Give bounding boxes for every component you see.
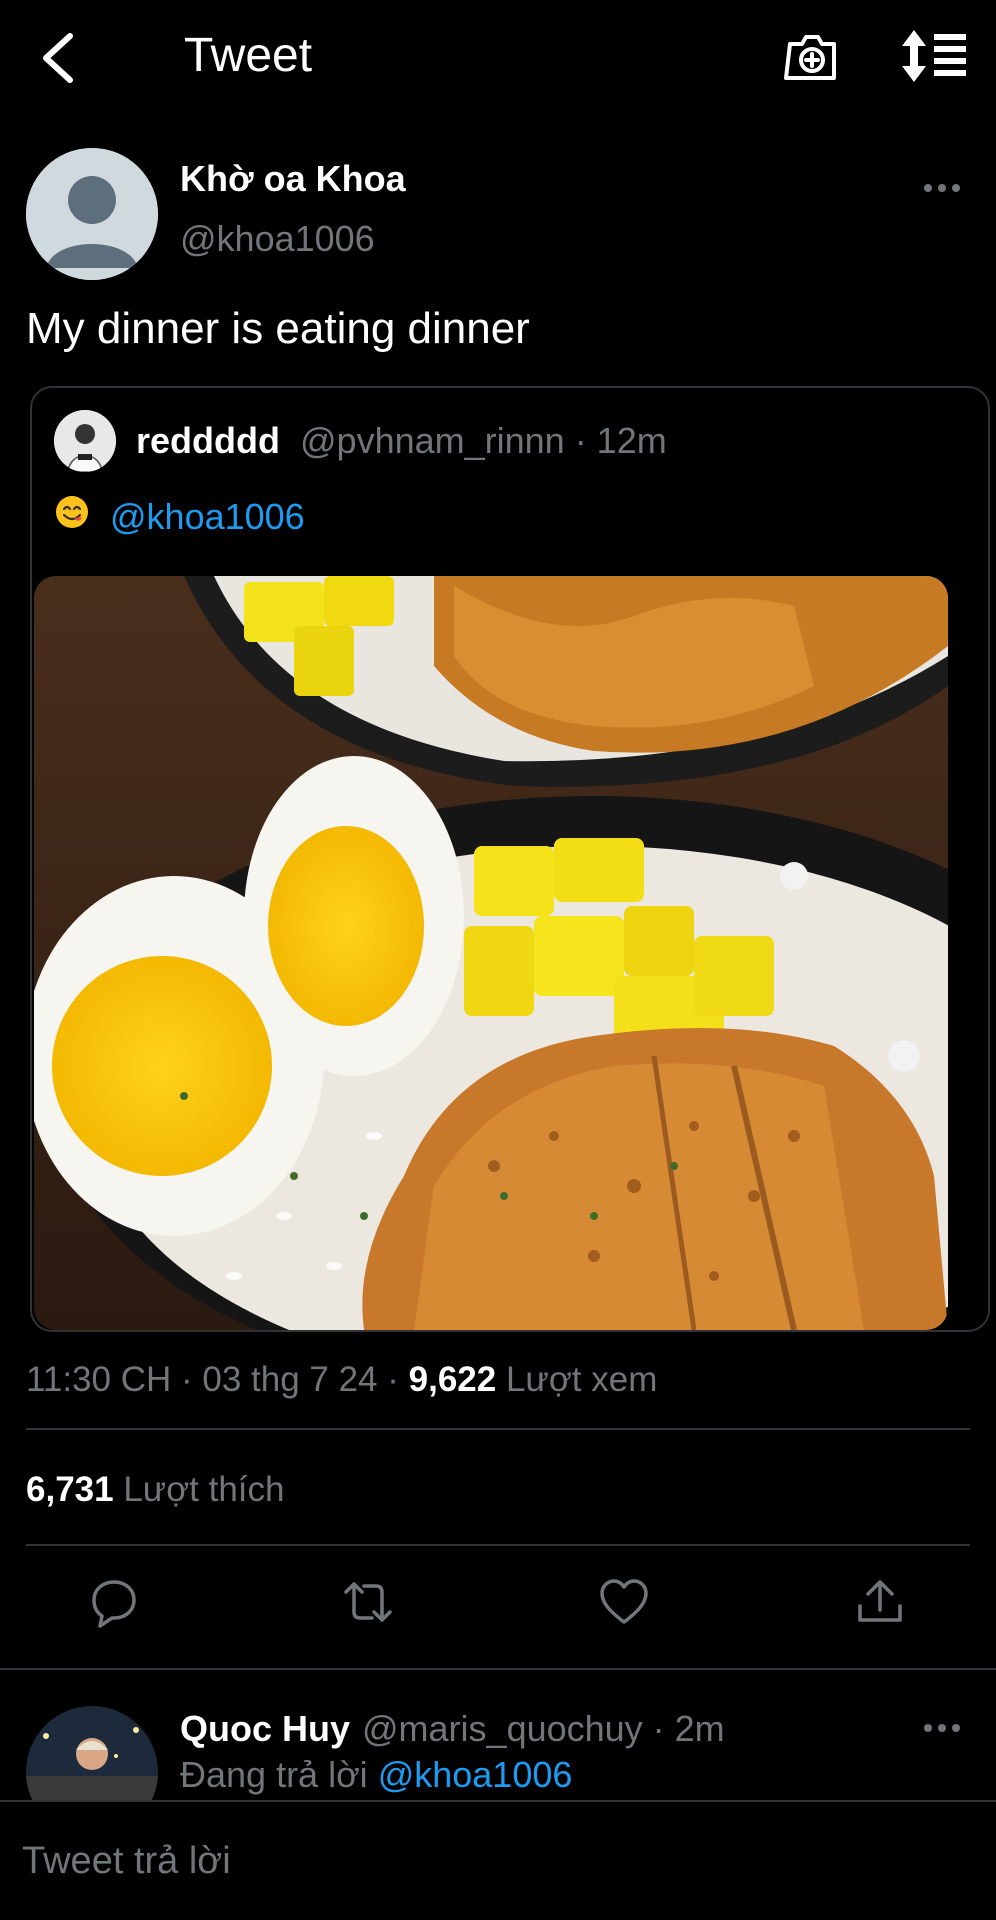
tweet-timestamp: 11:30 CH · 03 thg 7 24 · bbox=[26, 1360, 409, 1399]
likes-label: Lượt thích bbox=[113, 1470, 285, 1509]
author-handle[interactable]: @khoa1006 bbox=[180, 218, 375, 260]
reply-icon[interactable] bbox=[88, 1576, 140, 1628]
quoted-author-name: reddddd bbox=[136, 420, 280, 461]
tweet-actions bbox=[0, 1576, 996, 1636]
replying-mention-link[interactable]: @khoa1006 bbox=[378, 1754, 573, 1795]
share-icon[interactable] bbox=[854, 1576, 906, 1628]
replying-to: Đang trả lời @khoa1006 bbox=[180, 1754, 572, 1796]
divider bbox=[26, 1544, 970, 1546]
reply-author-name[interactable]: Quoc Huy bbox=[180, 1708, 350, 1750]
tweet-text: My dinner is eating dinner bbox=[26, 304, 530, 353]
views-count: 9,622 bbox=[408, 1360, 497, 1399]
default-avatar-icon bbox=[26, 148, 158, 280]
food-photo-image bbox=[34, 576, 948, 1330]
like-heart-icon[interactable] bbox=[598, 1576, 650, 1628]
reply-composer[interactable]: Tweet trả lời bbox=[0, 1800, 996, 1920]
reply-author-handle-time: @maris_quochuy · 2m bbox=[362, 1708, 725, 1749]
views-label: Lượt xem bbox=[496, 1360, 658, 1399]
reply-more-options-icon[interactable] bbox=[922, 1720, 962, 1736]
quoted-author-avatar[interactable] bbox=[54, 410, 116, 472]
top-bar: Tweet bbox=[0, 0, 996, 116]
reply-input[interactable]: Tweet trả lời bbox=[22, 1840, 231, 1883]
likes-count: 6,731 bbox=[26, 1470, 114, 1509]
sort-list-icon[interactable] bbox=[900, 28, 970, 84]
quoted-avatar-image bbox=[54, 410, 116, 472]
quoted-mention-link[interactable]: @khoa1006 bbox=[110, 496, 305, 538]
quoted-tweet[interactable]: reddddd @pvhnam_rinnn · 12m @khoa1006 bbox=[30, 386, 990, 1332]
tweet-meta: 11:30 CH · 03 thg 7 24 · 9,622 Lượt xem bbox=[26, 1360, 657, 1400]
yum-emoji-icon bbox=[56, 496, 88, 528]
more-options-icon[interactable] bbox=[922, 180, 962, 196]
divider bbox=[0, 1668, 996, 1670]
back-arrow-icon[interactable] bbox=[36, 30, 80, 86]
replying-prefix: Đang trả lời bbox=[180, 1754, 378, 1795]
page-title: Tweet bbox=[184, 29, 313, 82]
retweet-icon[interactable] bbox=[342, 1576, 394, 1628]
author-avatar[interactable] bbox=[26, 148, 158, 280]
author-name[interactable]: Khờ oa Khoa bbox=[180, 158, 406, 200]
likes-summary[interactable]: 6,731 Lượt thích bbox=[26, 1470, 285, 1510]
camera-plus-icon[interactable] bbox=[784, 28, 840, 84]
quoted-author-handle-time: @pvhnam_rinnn · 12m bbox=[300, 420, 667, 461]
divider bbox=[26, 1428, 970, 1430]
quoted-photo[interactable] bbox=[34, 576, 948, 1330]
